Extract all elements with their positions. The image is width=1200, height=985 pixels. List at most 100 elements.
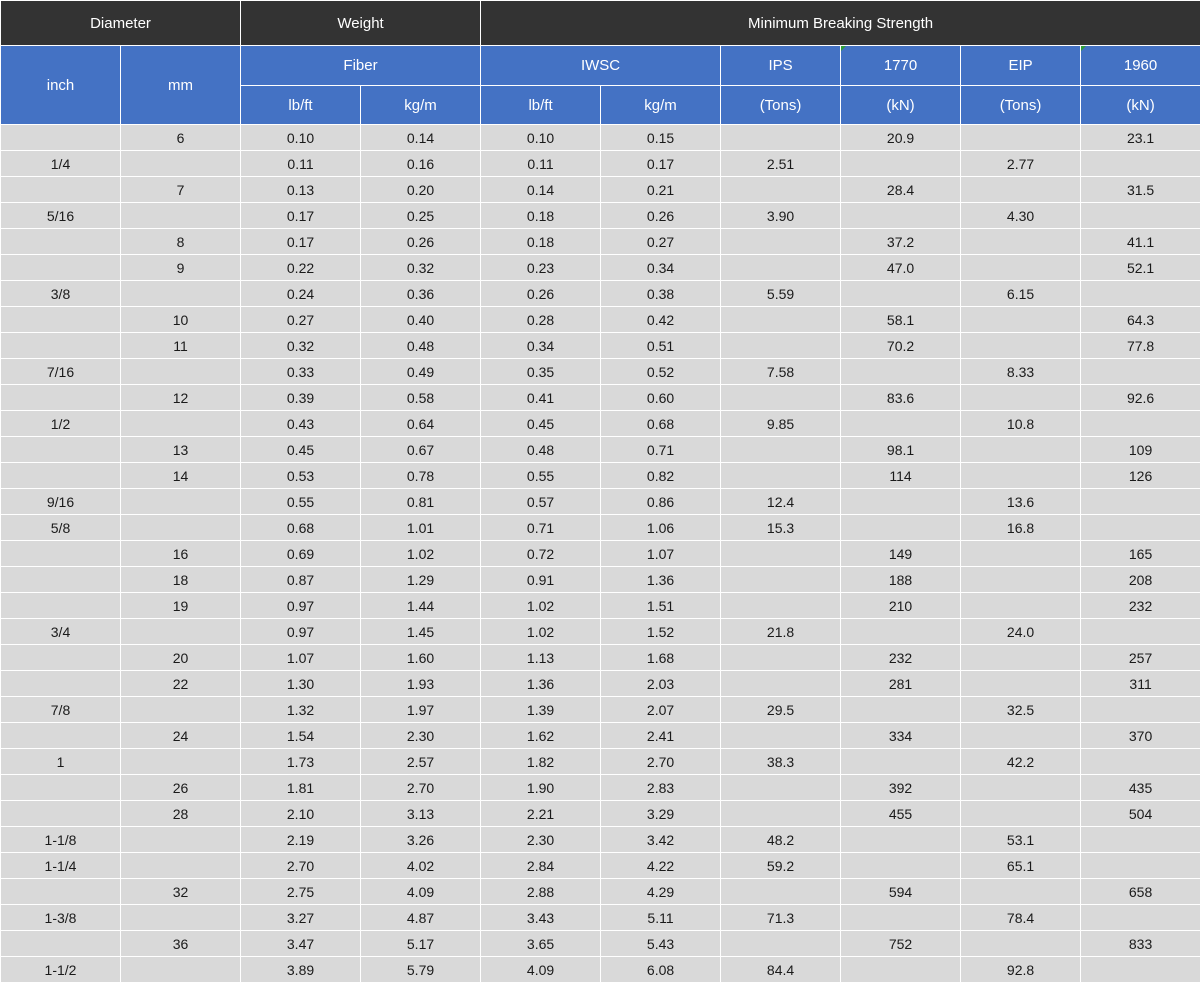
cell-inch [0,722,121,749]
cell-iwsc-kgm: 0.15 [600,124,722,151]
cell-grade-1960-kn: 311 [1080,670,1200,697]
cell-fiber-lbft: 0.68 [240,514,362,541]
cell-inch [0,436,121,463]
cell-ips-tons [720,644,842,671]
cell-iwsc-lbft: 2.21 [480,800,602,827]
cell-fiber-kgm: 1.44 [360,592,482,619]
cell-ips-tons: 15.3 [720,514,842,541]
cell-grade-1960-kn: 435 [1080,774,1200,801]
table-row: 24 1.54 2.30 1.62 2.41 334 370 [0,722,1200,749]
cell-iwsc-lbft: 0.11 [480,150,602,177]
cell-grade-1770-kn: 392 [840,774,962,801]
cell-eip-tons [960,254,1082,281]
cell-grade-1770-kn: 98.1 [840,436,962,463]
cell-iwsc-kgm: 2.83 [600,774,722,801]
cell-ips-tons [720,384,842,411]
cell-inch [0,540,121,567]
cell-inch [0,800,121,827]
cell-iwsc-kgm: 1.51 [600,592,722,619]
cell-eip-tons [960,384,1082,411]
cell-fiber-lbft: 0.55 [240,488,362,515]
cell-fiber-lbft: 3.89 [240,956,362,983]
cell-eip-tons: 4.30 [960,202,1082,229]
table-row: 9 0.22 0.32 0.23 0.34 47.0 52.1 [0,254,1200,281]
cell-iwsc-kgm: 6.08 [600,956,722,983]
cell-eip-tons: 24.0 [960,618,1082,645]
header-mm: mm [119,45,242,125]
cell-mm: 13 [119,436,242,463]
table-row: 3/4 0.97 1.45 1.02 1.52 21.8 24.0 [0,618,1200,645]
table-row: 16 0.69 1.02 0.72 1.07 149 165 [0,540,1200,567]
cell-iwsc-lbft: 1.13 [480,644,602,671]
cell-iwsc-lbft: 0.55 [480,462,602,489]
cell-eip-tons [960,644,1082,671]
cell-grade-1960-kn: 504 [1080,800,1200,827]
cell-mm [119,202,242,229]
cell-ips-tons: 29.5 [720,696,842,723]
cell-eip-tons: 8.33 [960,358,1082,385]
table-row: 1-3/8 3.27 4.87 3.43 5.11 71.3 78.4 [0,904,1200,931]
table-row: 11 0.32 0.48 0.34 0.51 70.2 77.8 [0,332,1200,359]
cell-mm: 10 [119,306,242,333]
cell-grade-1770-kn: 188 [840,566,962,593]
cell-fiber-lbft: 2.75 [240,878,362,905]
cell-iwsc-lbft: 3.65 [480,930,602,957]
cell-grade-1960-kn: 92.6 [1080,384,1200,411]
cell-ips-tons [720,592,842,619]
table-row: 19 0.97 1.44 1.02 1.51 210 232 [0,592,1200,619]
cell-ips-tons: 71.3 [720,904,842,931]
cell-ips-tons: 7.58 [720,358,842,385]
cell-inch: 7/8 [0,696,121,723]
cell-ips-tons [720,436,842,463]
table-row: 3/8 0.24 0.36 0.26 0.38 5.59 6.15 [0,280,1200,307]
cell-grade-1770-kn: 455 [840,800,962,827]
cell-iwsc-kgm: 5.43 [600,930,722,957]
cell-grade-1960-kn [1080,410,1200,437]
cell-ips-tons: 38.3 [720,748,842,775]
cell-fiber-kgm: 1.97 [360,696,482,723]
cell-ips-tons: 21.8 [720,618,842,645]
cell-inch [0,592,121,619]
cell-mm: 9 [119,254,242,281]
header-iwsc: IWSC [480,45,722,86]
cell-ips-tons [720,228,842,255]
cell-grade-1770-kn: 28.4 [840,176,962,203]
cell-grade-1770-kn: 281 [840,670,962,697]
cell-grade-1770-kn: 232 [840,644,962,671]
table-row: 7/16 0.33 0.49 0.35 0.52 7.58 8.33 [0,358,1200,385]
cell-grade-1960-kn: 658 [1080,878,1200,905]
cell-eip-tons: 13.6 [960,488,1082,515]
cell-iwsc-lbft: 0.26 [480,280,602,307]
cell-iwsc-lbft: 1.02 [480,592,602,619]
cell-iwsc-kgm: 0.60 [600,384,722,411]
cell-mm: 11 [119,332,242,359]
cell-iwsc-lbft: 0.71 [480,514,602,541]
cell-grade-1960-kn [1080,280,1200,307]
cell-grade-1770-kn [840,488,962,515]
cell-fiber-lbft: 2.70 [240,852,362,879]
table-row: 28 2.10 3.13 2.21 3.29 455 504 [0,800,1200,827]
cell-mm: 16 [119,540,242,567]
cell-iwsc-kgm: 0.82 [600,462,722,489]
header-fiber: Fiber [240,45,482,86]
cell-eip-tons: 16.8 [960,514,1082,541]
cell-grade-1960-kn: 165 [1080,540,1200,567]
cell-iwsc-kgm: 4.29 [600,878,722,905]
cell-mm: 20 [119,644,242,671]
cell-iwsc-lbft: 1.90 [480,774,602,801]
cell-ips-tons [720,332,842,359]
cell-inch [0,306,121,333]
cell-iwsc-kgm: 0.71 [600,436,722,463]
cell-grade-1960-kn [1080,358,1200,385]
cell-iwsc-lbft: 0.57 [480,488,602,515]
cell-grade-1960-kn [1080,202,1200,229]
cell-ips-tons [720,254,842,281]
cell-grade-1960-kn [1080,904,1200,931]
cell-inch [0,176,121,203]
cell-mm: 36 [119,930,242,957]
cell-iwsc-kgm: 5.11 [600,904,722,931]
header-diameter: Diameter [0,0,242,46]
cell-mm [119,514,242,541]
cell-inch: 5/16 [0,202,121,229]
cell-grade-1960-kn: 370 [1080,722,1200,749]
